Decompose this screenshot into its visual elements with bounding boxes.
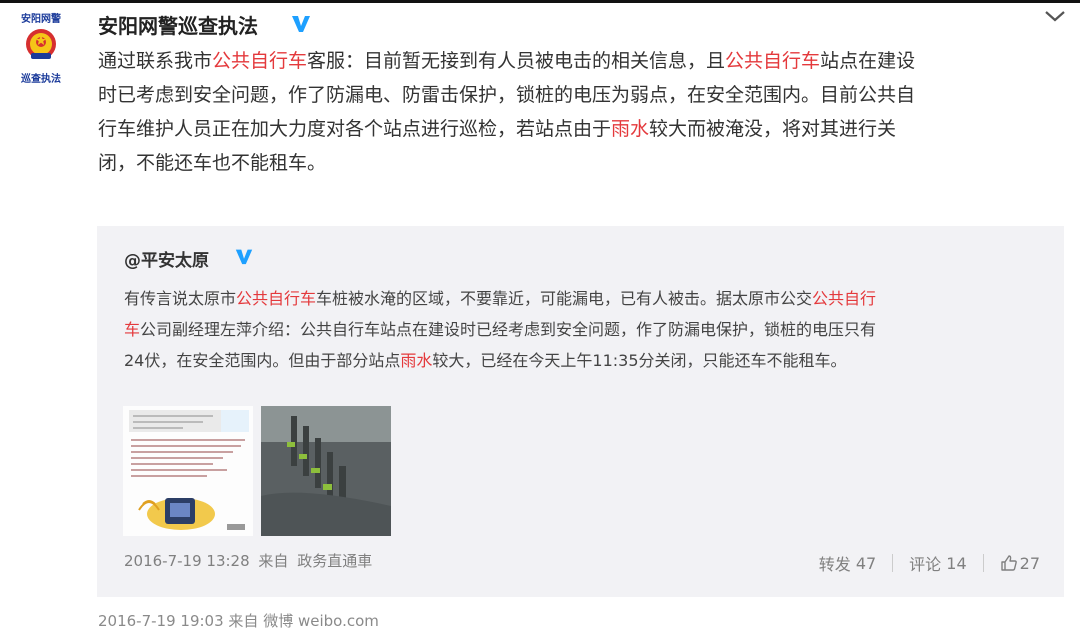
text-segment: 站点在建设: [820, 50, 916, 72]
post-from-label: 来自: [228, 612, 259, 630]
avatar-bottom-text: 巡查执法: [21, 74, 61, 85]
weibo-post: 安阳网警 巡查执法 安阳网警巡查执法 通过联系我市公共自行车客服：目前暂无接到有…: [0, 0, 1080, 632]
divider: [982, 554, 984, 572]
post-line: 行车维护人员正在加大力度对各个站点进行巡检，若站点由于雨水较大而被淹没，将对其进…: [98, 112, 1068, 146]
text-segment: 24伏，在安全范围内。但由于部分站点: [124, 351, 401, 370]
text-segment: 较大而被淹没，将对其进行关: [649, 118, 897, 140]
police-badge-icon: [26, 29, 56, 59]
keyword-link[interactable]: 公共自行车: [212, 50, 307, 72]
image-thumbnail[interactable]: [123, 406, 253, 536]
text-segment: 公司副经理左萍介绍：公共自行车站点在建设时已经考虑到安全问题，作了防漏电保护，锁…: [140, 320, 877, 339]
avatar[interactable]: 安阳网警 巡查执法: [10, 8, 72, 85]
text-segment: 通过联系我市: [98, 50, 213, 72]
post-meta: 2016-7-19 19:03 来自 微博 weibo.com: [98, 610, 379, 631]
repost-from-label: 来自: [258, 552, 289, 570]
comment-label: 评论: [909, 555, 942, 574]
post-line: 通过联系我市公共自行车客服：目前暂无接到有人员被电击的相关信息，且公共自行车站点…: [98, 44, 1068, 78]
thumbs-up-icon: [1000, 555, 1017, 571]
comment-count: 14: [946, 553, 967, 573]
like-count: 27: [1019, 553, 1040, 573]
keyword-link[interactable]: 公共自行车: [236, 289, 316, 308]
keyword-link[interactable]: 公共自行: [812, 289, 876, 308]
text-segment: 客服：目前暂无接到有人员被电击的相关信息，且: [307, 50, 726, 72]
repost-time[interactable]: 2016-7-19 13:28: [124, 552, 250, 570]
text-segment: 行车维护人员正在加大力度对各个站点进行巡检，若站点由于: [98, 118, 612, 140]
post-line: 时已考虑到安全问题，作了防漏电、防雷击保护，锁桩的电压为弱点，在安全范围内。目前…: [98, 78, 1068, 112]
text-segment: 时已考虑到安全问题，作了防漏电、防雷击保护，锁桩的电压为弱点，在安全范围内。目前…: [98, 84, 916, 106]
top-divider: [0, 0, 1080, 3]
image-thumbnail[interactable]: [261, 406, 391, 536]
repost-meta: 2016-7-19 13:28 来自 政务直通車: [124, 550, 376, 571]
flooded-bike-station-image: [261, 406, 391, 536]
repost-line: 24伏，在安全范围内。但由于部分站点雨水较大，已经在今天上午11:35分关闭，只…: [124, 345, 1054, 376]
post-time[interactable]: 2016-7-19 19:03: [98, 612, 224, 630]
forward-button[interactable]: 转发 47: [819, 551, 876, 575]
text-segment: 闭，不能还车也不能租车。: [98, 152, 327, 174]
post-source[interactable]: 微博 weibo.com: [263, 612, 379, 630]
poster-name[interactable]: 安阳网警巡查执法: [98, 10, 258, 39]
repost-line: 有传言说太原市公共自行车车桩被水淹的区域，不要靠近，可能漏电，已有人被击。据太原…: [124, 283, 1054, 314]
divider: [892, 554, 894, 572]
text-segment: 有传言说太原市: [124, 289, 237, 308]
repost-author[interactable]: @平安太原: [124, 246, 209, 271]
avatar-top-text: 安阳网警: [21, 14, 61, 25]
chevron-down-icon[interactable]: [1042, 8, 1068, 24]
repost-actions: 转发 47 评论 14 27: [819, 551, 1040, 575]
keyword-link[interactable]: 雨水: [611, 118, 649, 140]
text-segment: 较大，已经在今天上午11:35分关闭，只能还车不能租车。: [432, 351, 847, 370]
text-segment: 车桩被水淹的区域，不要靠近，可能漏电，已有人被击。据太原市公交: [316, 289, 813, 308]
notice-screenshot-image: [123, 406, 253, 536]
repost-source[interactable]: 政务直通車: [297, 552, 372, 570]
repost-text: 有传言说太原市公共自行车车桩被水淹的区域，不要靠近，可能漏电，已有人被击。据太原…: [124, 283, 1054, 376]
verified-v-icon: [292, 16, 310, 32]
post-line: 闭，不能还车也不能租车。: [98, 146, 1068, 180]
forward-count: 47: [855, 553, 877, 573]
keyword-link[interactable]: 车: [124, 320, 140, 339]
verified-v-icon: [235, 249, 253, 265]
repost-line: 车公司副经理左萍介绍：公共自行车站点在建设时已经考虑到安全问题，作了防漏电保护，…: [124, 314, 1054, 345]
keyword-link[interactable]: 雨水: [400, 351, 432, 370]
keyword-link[interactable]: 公共自行车: [725, 50, 820, 72]
forward-label: 转发: [818, 555, 851, 574]
comment-button[interactable]: 评论 14: [909, 551, 966, 575]
post-text: 通过联系我市公共自行车客服：目前暂无接到有人员被电击的相关信息，且公共自行车站点…: [98, 44, 1068, 180]
like-button[interactable]: 27: [1000, 554, 1040, 573]
